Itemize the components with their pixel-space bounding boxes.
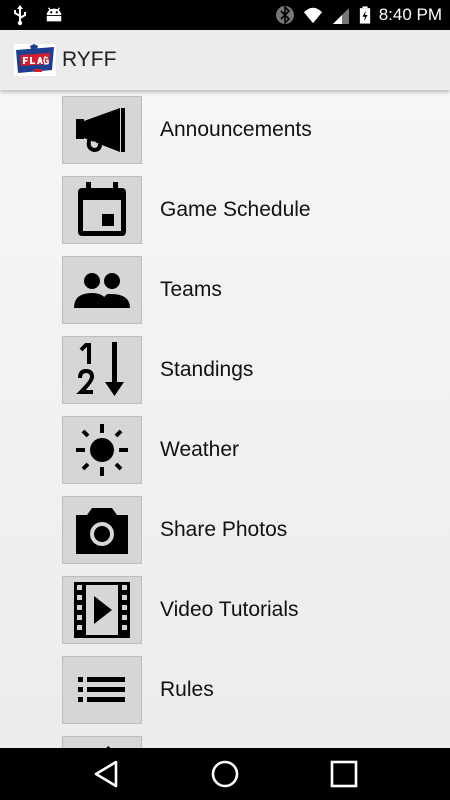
menu-tile[interactable] [62, 336, 142, 404]
calendar-icon [78, 182, 126, 236]
battery-icon [359, 6, 370, 24]
bluetooth-icon [275, 5, 294, 25]
menu-tile[interactable] [62, 496, 142, 564]
menu-item-video-tutorials[interactable]: Video Tutorials [0, 570, 450, 650]
sun-icon [76, 424, 128, 476]
menu-label-weather: Weather [160, 438, 239, 461]
pencil-icon [106, 746, 111, 748]
menu-label-video-tutorials: Video Tutorials [160, 598, 299, 621]
menu-label-standings: Standings [160, 358, 254, 381]
sort-numeric-icon [76, 342, 124, 396]
home-icon[interactable] [208, 758, 242, 790]
film-play-icon [74, 582, 130, 638]
android-icon [46, 7, 62, 22]
menu-tile[interactable] [62, 176, 142, 244]
navigation-bar [0, 748, 450, 800]
menu-item-standings[interactable]: Standings [0, 330, 450, 410]
app-bar: RYFF [0, 30, 450, 90]
menu-item-partial[interactable] [0, 730, 450, 748]
menu-label-game-schedule: Game Schedule [160, 198, 311, 221]
menu-item-rules[interactable]: Rules [0, 650, 450, 730]
camera-icon [76, 508, 128, 554]
signal-icon [332, 8, 349, 24]
menu-item-announcements[interactable]: Announcements [0, 90, 450, 170]
menu-item-game-schedule[interactable]: Game Schedule [0, 170, 450, 250]
megaphone-icon [76, 108, 125, 153]
menu-tile[interactable] [62, 576, 142, 644]
flag-football-logo[interactable] [14, 44, 56, 76]
people-icon [74, 273, 130, 308]
recents-icon[interactable] [327, 758, 361, 790]
menu-tile[interactable] [62, 656, 142, 724]
menu-tile[interactable] [62, 96, 142, 164]
menu-item-teams[interactable]: Teams [0, 250, 450, 330]
status-time: 8:40 PM [378, 5, 442, 24]
menu-tile[interactable] [62, 256, 142, 324]
wifi-icon [303, 7, 322, 24]
menu-label-rules: Rules [160, 678, 214, 701]
menu-item-weather[interactable]: Weather [0, 410, 450, 490]
menu-label-teams: Teams [160, 278, 222, 301]
menu-label-share-photos: Share Photos [160, 518, 288, 541]
back-icon[interactable] [90, 758, 124, 790]
app-title: RYFF [62, 48, 117, 71]
menu-tile[interactable] [62, 736, 142, 748]
usb-icon [14, 5, 26, 26]
status-bar: 8:40 PM [0, 0, 450, 30]
menu-label-announcements: Announcements [160, 118, 312, 141]
menu-tile[interactable] [62, 416, 142, 484]
menu-list: Announcements Game Schedule Teams Standi… [0, 90, 450, 748]
menu-item-share-photos[interactable]: Share Photos [0, 490, 450, 570]
list-icon [78, 677, 125, 702]
